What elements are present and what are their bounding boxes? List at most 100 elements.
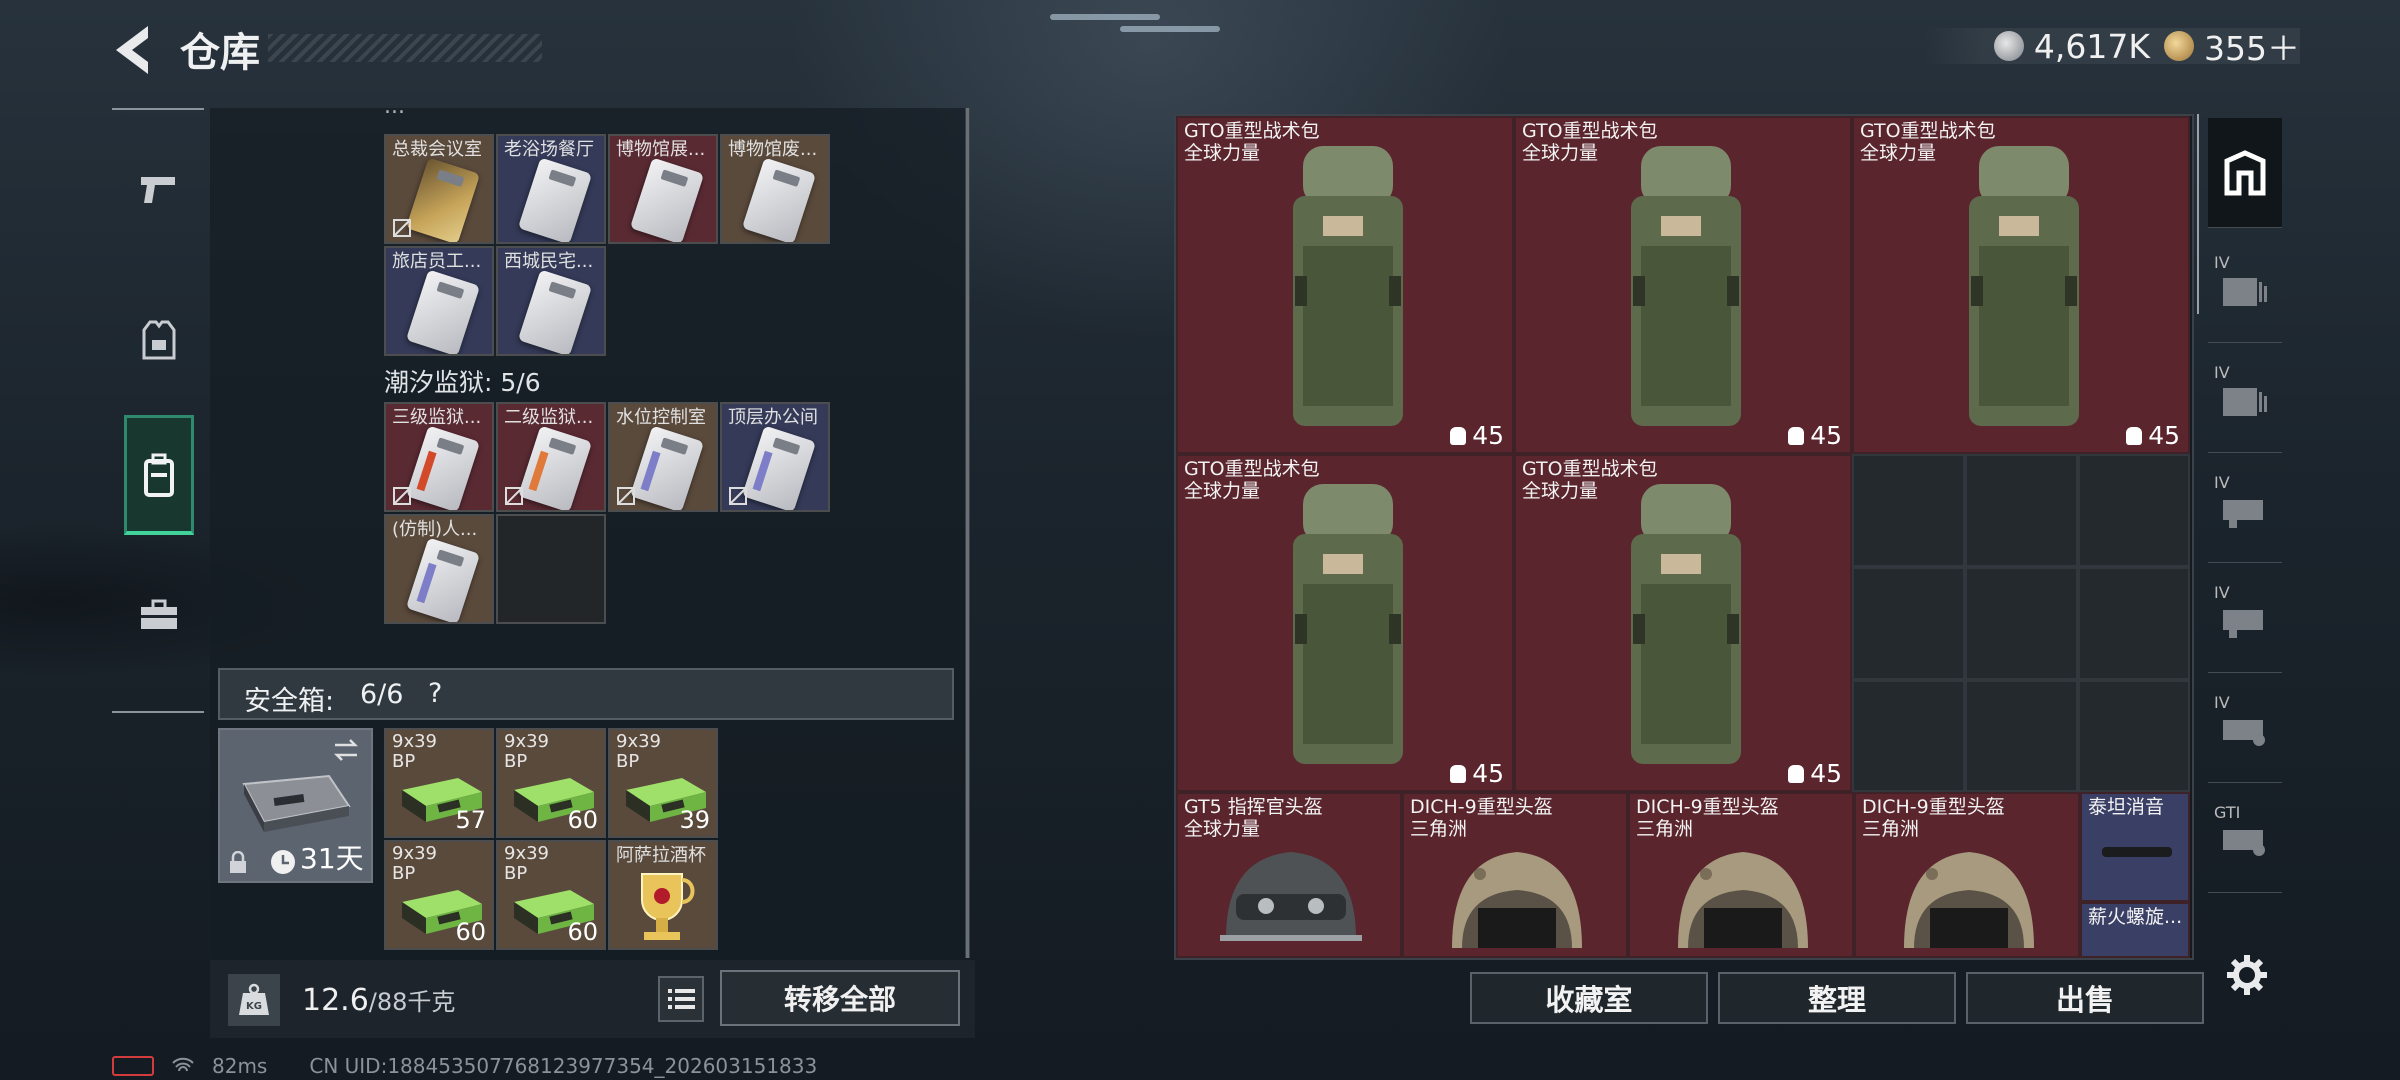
container-sidebar: IV IV IV IV IV GTI bbox=[2200, 108, 2290, 958]
nav-armor[interactable] bbox=[124, 280, 194, 400]
sidebar-container[interactable]: GTI bbox=[2208, 783, 2282, 893]
collection-room-button[interactable]: 收藏室 bbox=[1470, 972, 1708, 1024]
backpack-tile[interactable]: GTO重型战术包 全球力量 45 bbox=[1176, 454, 1514, 792]
backpack-tile[interactable]: GTO重型战术包 全球力量 45 bbox=[1514, 454, 1852, 792]
backpack-capacity-icon bbox=[1450, 426, 1467, 445]
sell-button[interactable]: 出售 bbox=[1966, 972, 2204, 1024]
battery-icon bbox=[112, 1056, 154, 1076]
item-list[interactable]: ... 总裁会议室 老浴场餐厅 博物馆展... 博物馆废... 旅店员工... … bbox=[210, 108, 970, 958]
key-card-cell[interactable]: 博物馆展... bbox=[608, 134, 718, 244]
sort-button[interactable]: 整理 bbox=[1718, 972, 1956, 1024]
backpack-tile[interactable]: GTO重型战术包 全球力量 45 bbox=[1514, 116, 1852, 454]
empty-slot[interactable] bbox=[1965, 680, 2078, 792]
key-card-cell[interactable]: (仿制)人... bbox=[384, 514, 494, 624]
currency-silver[interactable]: 4,617K bbox=[1993, 27, 2150, 66]
helmet-tile[interactable]: DICH-9重型头盔 三角洲 bbox=[1628, 792, 1854, 958]
empty-slot[interactable] bbox=[1965, 454, 2078, 567]
ammo-cell[interactable]: 9x39 BP 39 bbox=[608, 728, 718, 838]
key-card-cell[interactable]: 水位控制室 bbox=[608, 402, 718, 512]
backpack-tile[interactable]: GTO重型战术包 全球力量 45 bbox=[1852, 116, 2190, 454]
backpack-tile[interactable]: GTO重型战术包 全球力量 45 bbox=[1176, 116, 1514, 454]
empty-slot[interactable] bbox=[496, 514, 606, 624]
transfer-all-button[interactable]: 转移全部 bbox=[720, 970, 960, 1026]
help-button[interactable]: ? bbox=[428, 678, 442, 709]
empty-slot[interactable] bbox=[2078, 567, 2190, 680]
sidebar-container[interactable]: IV bbox=[2208, 233, 2282, 343]
ammo-cell[interactable]: 9x39 BP 60 bbox=[384, 840, 494, 950]
sidebar-stash[interactable] bbox=[2208, 118, 2282, 228]
goblet-cell[interactable]: 阿萨拉酒杯 bbox=[608, 840, 718, 950]
sidebar-container[interactable]: IV bbox=[2208, 453, 2282, 563]
backpack-capacity-icon bbox=[1788, 426, 1805, 445]
ammo-quantity: 60 bbox=[567, 806, 598, 834]
page-title: 仓库 bbox=[180, 30, 260, 76]
ammo-cell[interactable]: 9x39 BP 60 bbox=[496, 840, 606, 950]
ammo-cell[interactable]: 9x39 BP 57 bbox=[384, 728, 494, 838]
backpack-capacity-icon bbox=[2126, 426, 2143, 445]
item-label: 西城民宅... bbox=[504, 251, 594, 272]
capacity-value: 45 bbox=[1472, 759, 1504, 788]
bottom-bar: KG 12.6/88千克 转移全部 bbox=[210, 960, 975, 1038]
safebox-container[interactable]: 31天 bbox=[218, 728, 373, 883]
backpack-image bbox=[1293, 146, 1403, 426]
ammo-type: BP bbox=[504, 863, 528, 884]
item-faction: 全球力量 bbox=[1184, 480, 1261, 502]
list-view-button[interactable] bbox=[658, 976, 704, 1022]
keycard-image bbox=[405, 157, 481, 242]
back-button[interactable] bbox=[108, 22, 158, 78]
scrollbar-thumb[interactable] bbox=[966, 108, 969, 958]
key-card-cell[interactable]: 二级监狱... bbox=[496, 402, 606, 512]
helmet-tile[interactable]: DICH-9重型头盔 三角洲 bbox=[1854, 792, 2080, 958]
sidebar-container[interactable]: IV bbox=[2208, 563, 2282, 673]
armor-vest-icon bbox=[142, 320, 176, 360]
item-label: 顶层办公间 bbox=[728, 407, 818, 428]
ammo-quantity: 57 bbox=[455, 806, 486, 834]
sidebar-container[interactable]: IV bbox=[2208, 673, 2282, 783]
key-card-cell[interactable]: 旅店员工... bbox=[384, 246, 494, 356]
key-card-cell[interactable]: 博物馆废... bbox=[720, 134, 830, 244]
empty-slot[interactable] bbox=[2078, 454, 2190, 567]
keycard-image bbox=[405, 425, 481, 510]
capacity-value: 45 bbox=[2148, 421, 2180, 450]
empty-slot[interactable] bbox=[1852, 680, 1965, 792]
nav-backpack[interactable] bbox=[124, 415, 194, 535]
ammo-quantity: 60 bbox=[567, 918, 598, 946]
key-card-cell[interactable]: 顶层办公间 bbox=[720, 402, 830, 512]
backpack-image bbox=[1631, 484, 1741, 764]
stash-icon bbox=[2224, 149, 2266, 195]
empty-slot[interactable] bbox=[2078, 680, 2190, 792]
key-card-cell[interactable]: 老浴场餐厅 bbox=[496, 134, 606, 244]
empty-slot[interactable] bbox=[1852, 567, 1965, 680]
ammo-caliber: 9x39 bbox=[392, 843, 438, 864]
list-icon bbox=[668, 989, 695, 1009]
tier-label: IV bbox=[2214, 473, 2230, 492]
nav-toolbox[interactable] bbox=[124, 575, 194, 655]
ammo-label: 9x39 BP bbox=[504, 844, 549, 884]
key-card-cell[interactable]: 总裁会议室 bbox=[384, 134, 494, 244]
item-label: 二级监狱... bbox=[504, 407, 594, 428]
item-name: DICH-9重型头盔 bbox=[1862, 796, 2005, 818]
container-iv-icon bbox=[2223, 609, 2263, 638]
ammo-caliber: 9x39 bbox=[392, 731, 438, 752]
key-card-cell[interactable]: 西城民宅... bbox=[496, 246, 606, 356]
stash-grid[interactable]: GTO重型战术包 全球力量 45 GTO重型战术包 全球力量 45 GTO重型战… bbox=[1174, 114, 2194, 960]
empty-slot[interactable] bbox=[1965, 567, 2078, 680]
no-insure-icon bbox=[617, 487, 635, 505]
keycard-image bbox=[741, 157, 817, 242]
ammo-cell[interactable]: 9x39 BP 60 bbox=[496, 728, 606, 838]
empty-slot[interactable] bbox=[1852, 454, 1965, 567]
key-card-cell[interactable]: 三级监狱... bbox=[384, 402, 494, 512]
nav-weapons[interactable] bbox=[124, 130, 194, 250]
gear-icon[interactable] bbox=[2224, 952, 2270, 998]
suppressor-tile[interactable]: 泰坦消音 bbox=[2080, 792, 2190, 902]
ammo-type: BP bbox=[392, 751, 416, 772]
ammo-label: 9x39 BP bbox=[392, 732, 437, 772]
helmet-tile[interactable]: GT5 指挥官头盔 全球力量 bbox=[1176, 792, 1402, 958]
helmet-tile[interactable]: DICH-9重型头盔 三角洲 bbox=[1402, 792, 1628, 958]
item-tile[interactable]: 薪火螺旋... bbox=[2080, 902, 2190, 958]
item-faction: 全球力量 bbox=[1184, 142, 1261, 164]
gold-coin-icon bbox=[2164, 31, 2194, 61]
tier-label: GTI bbox=[2214, 803, 2241, 822]
currency-gold[interactable]: 355＋ bbox=[2164, 22, 2300, 70]
sidebar-container[interactable]: IV bbox=[2208, 343, 2282, 453]
